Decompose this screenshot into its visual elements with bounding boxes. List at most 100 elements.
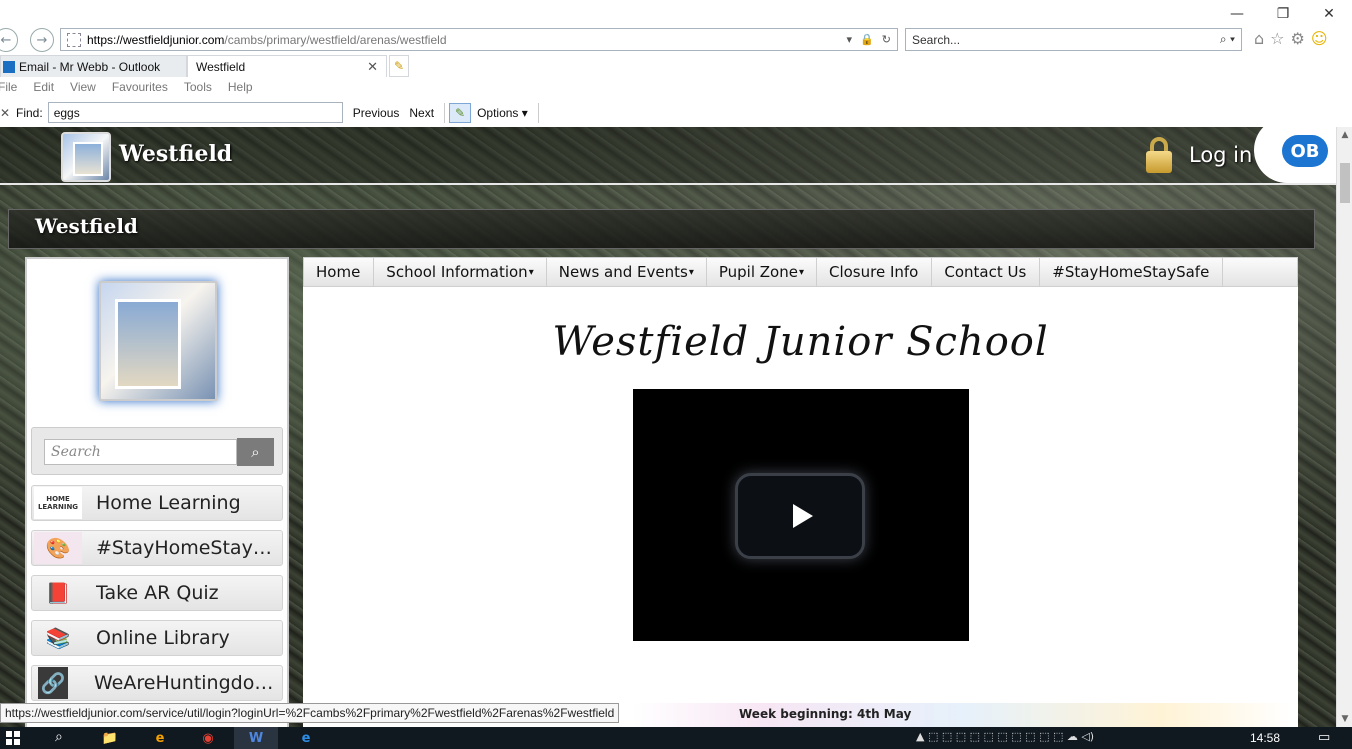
smiley-feedback-icon[interactable]: ☺ [1311,29,1328,48]
play-icon [793,504,813,528]
nav-news-and-events[interactable]: News and Events ▾ [547,258,707,286]
play-button[interactable] [735,473,865,559]
edge-icon[interactable]: e [284,727,328,749]
video-player[interactable] [633,389,969,641]
restore-button[interactable]: ❐ [1260,0,1306,28]
tab-title-group: Westfield [0,60,245,194]
menu-favourites[interactable]: Favourites [112,80,168,98]
menu-bar: File Edit View Favourites Tools Help [0,80,253,98]
main-content: Home School Information ▾ News and Events… [303,257,1298,727]
new-tab-button[interactable]: ✎ [389,55,409,77]
minimize-button[interactable]: — [1214,0,1260,28]
address-dropdown-icon[interactable]: ▾ [847,33,853,46]
find-previous-button[interactable]: Previous [353,106,400,120]
week-banner: Week beginning: 4th May [633,703,1293,727]
status-bar-url: https://westfieldjunior.com/service/util… [0,703,620,723]
sidebar-item-label: WeAreHuntingdons... [94,672,274,694]
menu-file[interactable]: File [0,80,17,98]
find-next-button[interactable]: Next [409,106,434,120]
nav-school-information[interactable]: School Information ▾ [374,258,547,286]
menu-edit[interactable]: Edit [33,80,54,98]
internet-explorer-icon[interactable]: e [138,727,182,749]
scroll-down-icon[interactable]: ▼ [1337,711,1352,727]
page-scrollbar[interactable]: ▲ ▼ [1336,127,1352,727]
menu-tools[interactable]: Tools [184,80,212,98]
sidebar-item-we-are-huntingdon[interactable]: 🔗 WeAreHuntingdons... [31,665,283,701]
banner-text: Week beginning: 4th May [739,707,912,721]
search-icon[interactable]: ⌕ ▾ [1220,32,1241,47]
close-window-button[interactable]: ✕ [1306,0,1352,28]
find-label: Find: [16,105,43,120]
site-title: Westfield [35,214,138,238]
nav-pupil-zone[interactable]: Pupil Zone ▾ [707,258,817,286]
find-input[interactable]: eggs [47,102,343,123]
tab-label: Email - Mr Webb - Outlook [19,59,161,74]
nav-label: #StayHomeStaySafe [1052,263,1210,281]
gear-icon[interactable]: ⚙ [1291,29,1305,48]
back-button[interactable]: ← [0,28,18,52]
address-url: https://westfieldjunior.com/cambs/primar… [87,33,447,47]
ob-logo-icon: OB [1282,135,1328,167]
chevron-down-icon: ▾ [798,266,804,278]
find-options-button[interactable]: Options [477,106,528,120]
nav-label: Closure Info [828,263,919,281]
chrome-icon[interactable]: ◉ [186,727,230,749]
site-search: Search ⌕ [31,427,283,475]
scrollbar-thumb[interactable] [1340,163,1350,203]
favorites-star-icon[interactable]: ☆ [1270,29,1284,48]
file-explorer-icon[interactable]: 📁 [88,727,132,749]
site-header: Westfield Log in OB [0,127,1336,185]
taskbar-search-icon[interactable]: ⌕ [55,729,63,745]
word-icon[interactable]: W [234,727,278,749]
browser-search-box[interactable]: Search... ⌕ ▾ [905,28,1242,51]
clock[interactable]: 14:58 [1250,731,1280,745]
chevron-down-icon: ▾ [528,266,534,278]
tab-outlook[interactable]: Email - Mr Webb - Outlook [0,55,187,77]
sidebar: Search ⌕ HOME LEARNING Home Learning 🎨 #… [25,257,289,727]
padlock-icon[interactable] [1146,137,1172,173]
sidebar-item-online-library[interactable]: 📚 Online Library [31,620,283,656]
tab-westfield[interactable]: Westfield ✕ [0,55,387,194]
sidebar-school-logo-icon [99,281,217,401]
windows-start-icon[interactable] [6,731,20,745]
nav-home[interactable]: Home [304,258,375,286]
site-title-bar [8,209,1315,249]
browser-search-placeholder: Search... [912,32,961,47]
ob-badge[interactable]: OB [1254,127,1336,183]
sidebar-item-ar-quiz[interactable]: 📕 Take AR Quiz [31,575,283,611]
main-nav: Home School Information ▾ News and Events… [303,257,1298,287]
menu-view[interactable]: View [70,80,96,98]
link-icon: 🔗 [38,667,68,699]
system-tray[interactable]: ▲ ⬚ ⬚ ⬚ ⬚ ⬚ ⬚ ⬚ ⬚ ⬚ ⬚ ☁ ◁) [916,730,1094,743]
sidebar-item-label: Take AR Quiz [96,582,219,604]
close-tab-icon[interactable]: ✕ [367,59,378,75]
home-icon[interactable]: ⌂ [1254,29,1264,48]
site-brand[interactable]: Westfield [119,141,232,167]
address-host: https://westfieldjunior.com [87,32,225,47]
nav-contact-us[interactable]: Contact Us [932,258,1041,286]
book-icon: 📕 [45,581,71,605]
menu-help[interactable]: Help [228,80,253,98]
close-find-icon[interactable]: ✕ [0,106,12,120]
home-learning-thumb-icon: HOME LEARNING [34,487,82,519]
school-logo-icon[interactable] [61,132,111,182]
highlight-matches-icon[interactable]: ✎ [449,102,472,123]
site-search-input[interactable]: Search [44,439,237,465]
nav-closure-info[interactable]: Closure Info [817,258,933,286]
sidebar-item-label: Home Learning [96,492,241,514]
sidebar-item-stay-home[interactable]: 🎨 #StayHomeStaySafe [31,530,283,566]
site-search-button[interactable]: ⌕ [237,438,274,466]
nav-label: News and Events [558,263,688,281]
notification-icon[interactable]: ▭ [1318,730,1330,745]
lock-icon[interactable]: 🔒 [860,33,874,46]
nav-stay-home-stay-safe[interactable]: #StayHomeStaySafe [1040,258,1224,286]
scroll-up-icon[interactable]: ▲ [1337,127,1352,143]
forward-button[interactable]: → [30,28,54,52]
address-tools: ▾ 🔒 ↻ [847,33,897,46]
address-bar[interactable]: https://westfieldjunior.com/cambs/primar… [60,28,898,51]
nav-label: Contact Us [944,263,1027,281]
page-title: Westfield Junior School [552,319,1049,365]
sidebar-item-home-learning[interactable]: HOME LEARNING Home Learning [31,485,283,521]
refresh-icon[interactable]: ↻ [882,33,891,46]
login-link[interactable]: Log in [1189,143,1252,167]
